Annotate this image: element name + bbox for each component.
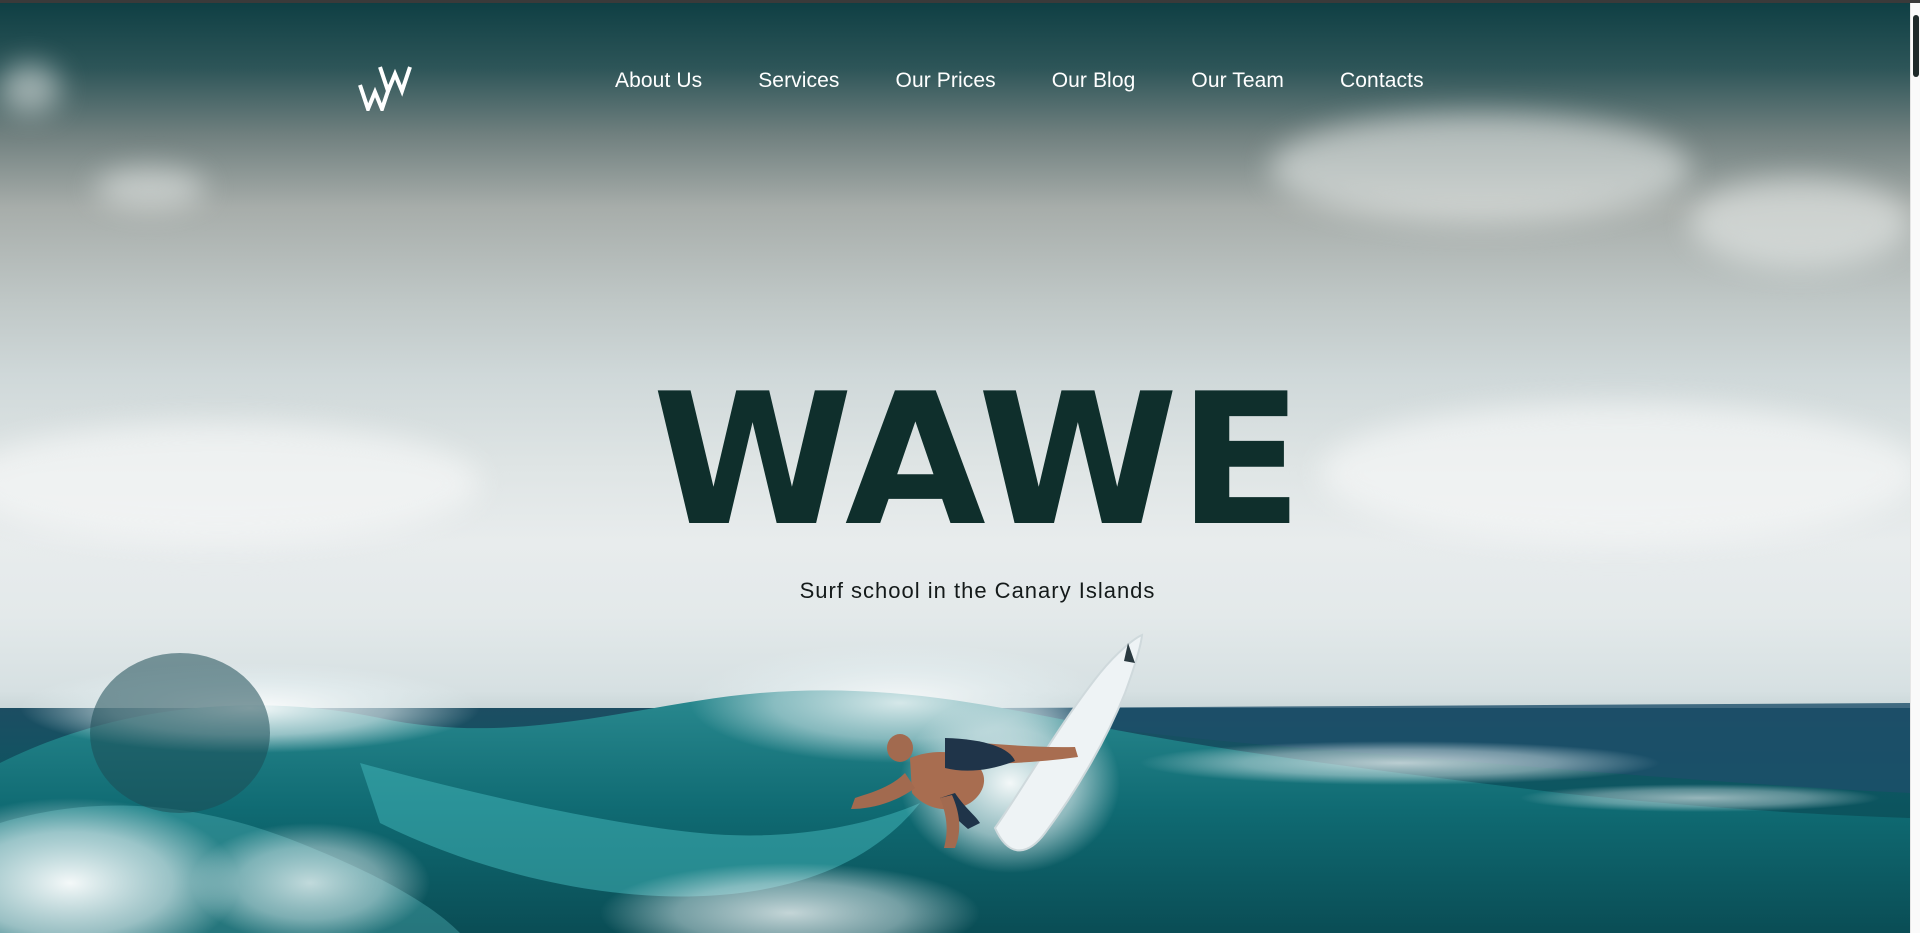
hero-subtitle: Surf school in the Canary Islands [799,578,1156,603]
nav-link-about-us[interactable]: About Us [615,69,702,93]
browser-top-edge [0,0,1920,3]
hero-title: WAWE [652,354,1303,566]
nav-link-our-prices[interactable]: Our Prices [896,69,996,93]
nav-link-services[interactable]: Services [758,69,839,93]
page-viewport: About Us Services Our Prices Our Blog Ou… [0,0,1910,933]
page-scrollbar[interactable] [1910,3,1920,933]
nav-links: About Us Services Our Prices Our Blog Ou… [615,69,1424,93]
scrollbar-thumb[interactable] [1913,15,1919,77]
nav-link-our-team[interactable]: Our Team [1191,69,1284,93]
main-navigation: About Us Services Our Prices Our Blog Ou… [0,3,1910,115]
nav-link-contacts[interactable]: Contacts [1340,69,1424,93]
double-w-logo-icon[interactable] [358,59,422,115]
nav-link-our-blog[interactable]: Our Blog [1052,69,1136,93]
